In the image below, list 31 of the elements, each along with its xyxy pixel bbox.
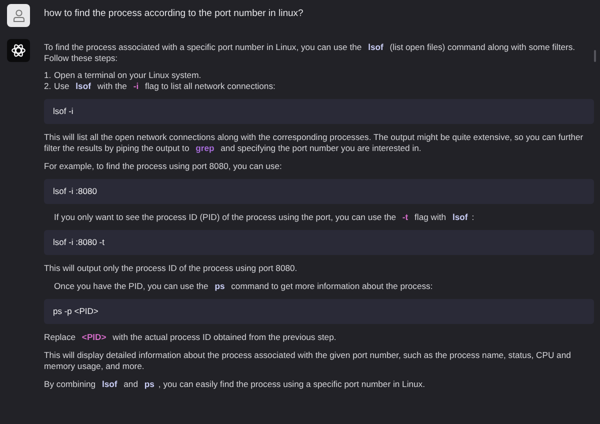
user-question: how to find the process according to the port number in linux?: [44, 7, 304, 21]
list-number: 2.: [44, 81, 52, 92]
list-item-text: Open a terminal on your Linux system.: [54, 70, 202, 81]
code-block: lsof -i: [44, 99, 594, 124]
answer-paragraph: To find the process associated with a specific port number in Linux, you can use the lsof (list open files) command along with some filters. Follow these steps:: [44, 42, 576, 64]
inline-code: lsof: [367, 42, 384, 52]
list-item-text: Use lsof with the -i flag to list all network connections:: [54, 81, 276, 92]
list-number: 1.: [44, 70, 52, 81]
code-block: ps -p <PID>: [44, 299, 594, 324]
code-block: lsof -i :8080: [44, 179, 594, 204]
inline-code: grep: [194, 143, 216, 153]
code-block: lsof -i :8080 -t: [44, 230, 594, 255]
inline-code: ps: [143, 379, 156, 389]
answer-paragraph: Once you have the PID, you can use the ps command to get more information about the process:: [53, 281, 434, 292]
person-icon: [12, 9, 24, 22]
answer-paragraph: This will display detailed information about the process associated with the given port number, such as the process name, status, CPU and memory usage, and more.: [44, 350, 572, 372]
inline-code: <PID>: [80, 332, 108, 342]
inline-code: -i: [132, 81, 140, 91]
inline-code: lsof: [100, 379, 118, 389]
inline-code: lsof: [451, 212, 469, 222]
scrollbar-thumb[interactable]: [594, 50, 596, 62]
answer-paragraph: If you only want to see the process ID (PID) of the process using the port, you can use the -t flag with lsof :: [53, 212, 476, 223]
answer-paragraph: By combining lsof and ps , you can easily find the process using a specific port number in Linux.: [44, 379, 426, 390]
answer-paragraph: Replace <PID> with the actual process ID obtained from the previous step.: [44, 332, 338, 343]
inline-code: lsof: [74, 81, 92, 91]
answer-paragraph: This will list all the open network connections along with the corresponding processes. The output might be quite extensive, so you can further filter the results by piping the output to grep and specifying the port number you are interested in.: [44, 132, 584, 154]
answer-paragraph: This will output only the process ID of the process using port 8080.: [44, 263, 298, 274]
answer-paragraph: For example, to find the process using port 8080, you can use:: [44, 161, 283, 172]
inline-code: -t: [401, 212, 410, 222]
knot-logo-icon: [11, 43, 26, 58]
inline-code: ps: [214, 281, 226, 291]
